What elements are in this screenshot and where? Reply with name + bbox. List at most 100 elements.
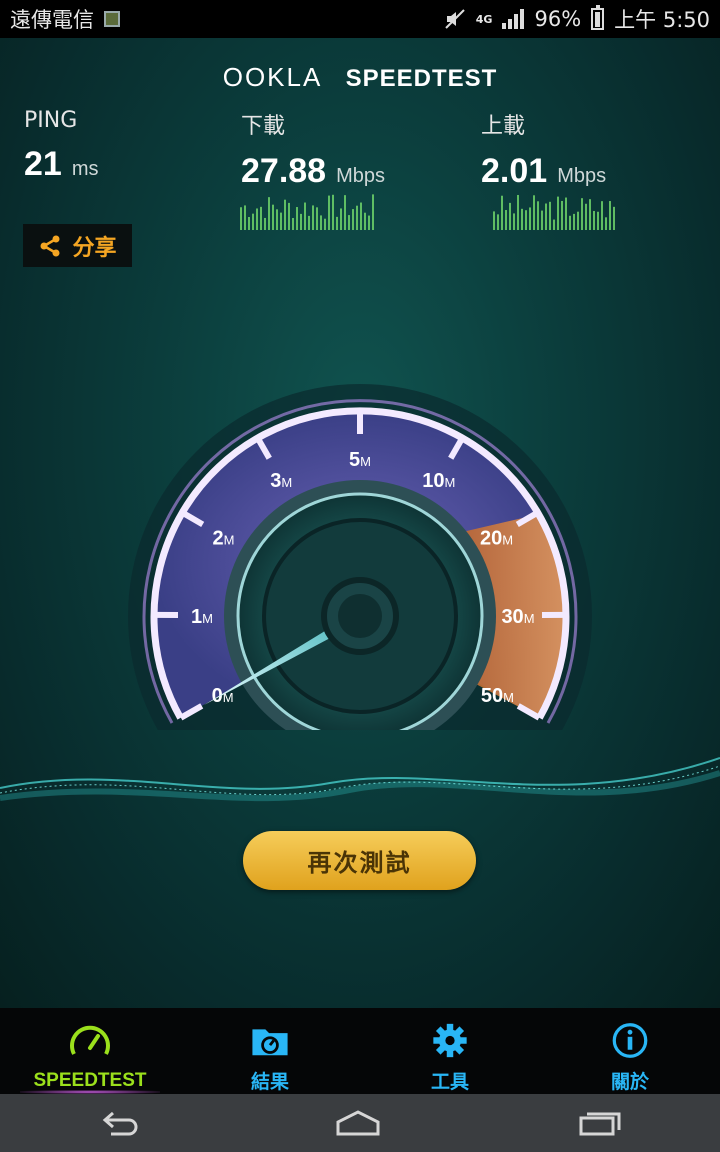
sparkline-bar [248, 216, 250, 230]
sparkline-bar [589, 199, 591, 230]
decorative-wave [0, 757, 720, 802]
sparkline-bar [553, 219, 555, 230]
ping-unit: ms [71, 158, 99, 180]
sparkline-bar [541, 210, 543, 230]
sparkline-bar [328, 195, 330, 230]
tab-results[interactable]: 結果 [180, 1008, 360, 1094]
sparkline-bar [569, 215, 571, 230]
system-nav-bar [0, 1094, 720, 1152]
sparkline-bar [573, 213, 575, 230]
sparkline-bar [312, 205, 314, 230]
battery-icon [591, 5, 605, 30]
carrier-name: 遠傳電信 [10, 8, 94, 32]
tab-speedtest[interactable]: SPEEDTEST [0, 1008, 180, 1094]
home-icon[interactable] [334, 1108, 382, 1138]
sparkline-bar [360, 202, 362, 230]
download-unit: Mbps [336, 165, 385, 187]
sparkline-bar [513, 213, 515, 230]
sparkline-bar [300, 213, 302, 230]
sparkline-bar [344, 195, 346, 230]
sparkline-bar [320, 215, 322, 230]
sparkline-bar [517, 194, 519, 230]
sparkline-bar [260, 206, 262, 230]
logo-ookla: OOKLA [222, 62, 323, 92]
recents-icon[interactable] [575, 1108, 623, 1138]
tab-label-tools: 工具 [430, 1072, 469, 1093]
download-value: 27.88 [241, 152, 327, 190]
tab-about[interactable]: 關於 [540, 1008, 720, 1094]
share-label: 分享 [72, 235, 117, 261]
upload-sparkline [493, 194, 615, 230]
sparkline-bar [272, 204, 274, 230]
ping-metric: PING 21 ms [24, 108, 99, 184]
sparkline-bar [252, 213, 254, 230]
upload-metric: 上載 2.01 Mbps [481, 108, 606, 191]
share-button[interactable]: 分享 [23, 224, 132, 267]
upload-label: 上載 [481, 114, 526, 139]
clock: 上午 5:50 [614, 8, 710, 32]
sparkline-bar [525, 210, 527, 230]
sparkline-bar [284, 199, 286, 230]
sparkline-bar [581, 198, 583, 230]
back-icon[interactable] [97, 1108, 141, 1138]
sparkline-bar [561, 200, 563, 230]
sparkline-bar [332, 194, 334, 230]
signal-icon [502, 9, 525, 29]
status-bar: 遠傳電信 4G 96% 上午 5:50 [0, 0, 720, 38]
download-metric: 下載 27.88 Mbps [241, 108, 385, 191]
sparkline-bar [585, 203, 587, 230]
sparkline-bar [352, 209, 354, 230]
upload-unit: Mbps [557, 165, 607, 187]
sparkline-bar [276, 209, 278, 230]
sparkline-bar [292, 218, 294, 230]
sparkline-bar [529, 207, 531, 230]
download-sparkline [240, 194, 374, 230]
sparkline-bar [256, 208, 258, 230]
sparkline-bar [497, 214, 499, 230]
bottom-tab-bar: SPEEDTEST 結果 工具 關於 [0, 1008, 720, 1094]
retest-button[interactable]: 再次測試 [243, 831, 476, 890]
tab-tools[interactable]: 工具 [360, 1008, 540, 1094]
sparkline-bar [493, 211, 495, 230]
sparkline-bar [264, 217, 266, 230]
share-icon [40, 235, 60, 256]
battery-percent: 96% [534, 7, 582, 31]
notification-icon [104, 11, 120, 27]
sparkline-bar [296, 207, 298, 230]
sparkline-bar [348, 215, 350, 230]
sparkline-bar [593, 210, 595, 230]
info-icon [612, 1023, 648, 1058]
sparkline-bar [533, 195, 535, 230]
network-type: 4G [475, 12, 493, 26]
sparkline-bar [304, 202, 306, 230]
speedtest-screen: OOKLA SPEEDTEST PING 21 ms 下載 27.88 Mbps 上… [0, 38, 720, 1008]
sparkline-bar [605, 217, 607, 230]
sparkline-bar [597, 211, 599, 230]
ping-value: 21 [24, 145, 62, 183]
sparkline-bar [340, 208, 342, 230]
app-logo: OOKLA SPEEDTEST [0, 62, 720, 93]
results-folder-icon [252, 1029, 288, 1056]
sparkline-bar [308, 215, 310, 230]
tab-label-about: 關於 [610, 1072, 649, 1093]
sparkline-bar [316, 207, 318, 230]
sparkline-bar [501, 195, 503, 230]
sparkline-bar [280, 212, 282, 230]
sparkline-bar [549, 201, 551, 230]
sparkline-bar [537, 201, 539, 230]
sparkline-bar [613, 206, 615, 230]
speedometer-icon [70, 1025, 110, 1055]
logo-speedtest: SPEEDTEST [345, 65, 498, 92]
sparkline-bar [601, 201, 603, 230]
sparkline-bar [336, 216, 338, 230]
sparkline-bar [356, 205, 358, 230]
sparkline-bar [609, 201, 611, 230]
sparkline-bar [240, 207, 242, 230]
sparkline-bar [368, 215, 370, 230]
sparkline-bar [509, 202, 511, 230]
sparkline-bar [521, 208, 523, 230]
ping-label: PING [24, 108, 78, 133]
sparkline-bar [372, 194, 374, 230]
sparkline-bar [505, 210, 507, 230]
sparkline-bar [565, 197, 567, 230]
